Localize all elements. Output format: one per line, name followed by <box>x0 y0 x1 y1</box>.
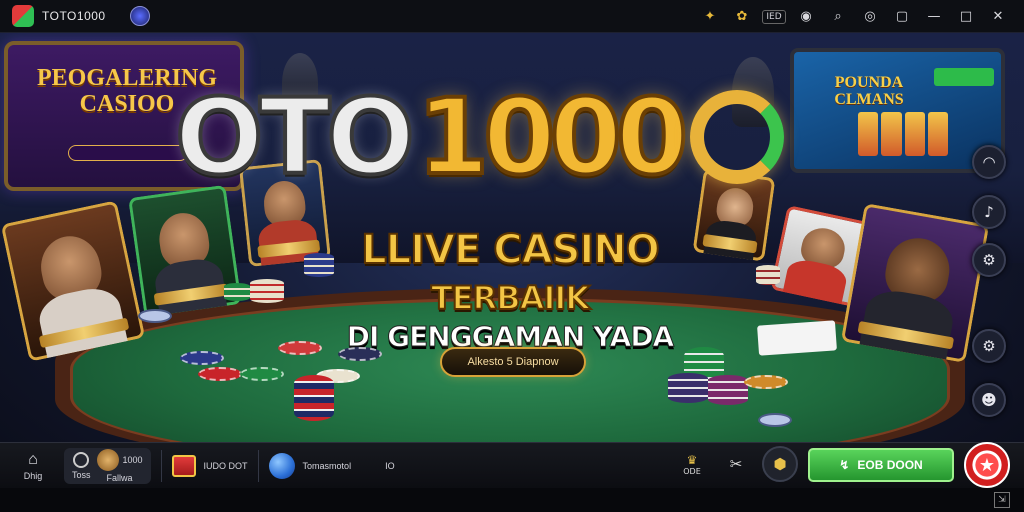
record-icon[interactable]: ◎ <box>854 0 886 33</box>
profile-label-3: Fallwa <box>106 472 133 483</box>
casino-scene: PEOGALERING CASIOO POUNDA CLMANS OTO 100… <box>0 33 1024 442</box>
coins-icon[interactable]: ✿ <box>726 0 758 33</box>
window-icon[interactable]: □ <box>950 0 982 33</box>
chip <box>240 367 284 381</box>
profile-coin: Toss <box>72 451 91 480</box>
screen-badge <box>934 68 994 86</box>
minimize-icon[interactable]: — <box>918 0 950 33</box>
chip-stack <box>224 283 250 301</box>
deposit-icon: ↯ <box>839 458 850 472</box>
chat-icon[interactable]: ◉ <box>790 0 822 33</box>
window-controls: ✦ ✿ IED ◉ ⌕ ◎ ▢ — □ ✕ <box>694 0 1014 33</box>
maximize-icon[interactable]: ▢ <box>886 0 918 33</box>
chip-stack <box>756 265 780 285</box>
globe-icon <box>268 452 295 479</box>
deposit-label: EOB DOON <box>857 458 923 472</box>
brand-logo: OTO 1000 <box>173 74 855 200</box>
chip-stack <box>708 375 748 405</box>
chip <box>278 341 322 355</box>
search-icon[interactable]: ⌕ <box>822 0 854 33</box>
gift-icon[interactable]: ✦ <box>694 0 726 33</box>
home-icon: ⌂ <box>28 450 38 468</box>
chip-stack <box>250 279 284 303</box>
chip-stack <box>304 253 334 277</box>
chip <box>338 347 382 361</box>
table-marker <box>758 413 792 427</box>
vip-button[interactable]: ♛ ODE <box>674 446 710 482</box>
profile-label-1: Toss <box>72 469 91 480</box>
settings-side-icon[interactable]: ⚙ <box>972 243 1006 277</box>
dealer-card-6[interactable] <box>840 203 990 363</box>
app-name: TOTO1000 <box>42 9 106 23</box>
promo-tab[interactable]: IUDO DOT <box>171 445 248 487</box>
avatar <box>96 448 119 471</box>
chip-stack <box>668 373 708 403</box>
coin-icon <box>73 451 90 468</box>
page-indicator: IO <box>385 445 395 487</box>
chat-side-icon[interactable]: ◠ <box>972 145 1006 179</box>
profile-label-2: 1000 <box>122 454 143 465</box>
headline-live-casino: LLIVE CASINO <box>360 226 661 274</box>
casino-logo-icon[interactable]: ★ <box>964 442 1010 488</box>
music-side-icon[interactable]: ♪ <box>972 195 1006 229</box>
title-bar: TOTO1000 ✦ ✿ IED ◉ ⌕ ◎ ▢ — □ ✕ <box>0 0 1024 33</box>
close-icon[interactable]: ✕ <box>982 0 1014 33</box>
home-button[interactable]: ⌂ Dhig <box>8 445 58 487</box>
vip-label: ODE <box>683 466 701 476</box>
table-marker <box>138 309 172 323</box>
logo-ring-icon <box>690 90 785 184</box>
wallet-icon[interactable]: ⬢ <box>762 446 798 482</box>
profile-avatar-block: 1000 Fallwa <box>96 448 143 483</box>
slot-reel <box>904 112 925 156</box>
logo-text-gold: 1000 <box>415 74 690 200</box>
crown-icon: ♛ <box>686 452 698 467</box>
tools-icon[interactable]: ✂ <box>718 446 754 482</box>
slot-reel <box>858 112 879 156</box>
gear-side-icon[interactable]: ⚙ <box>972 329 1006 363</box>
chip-stack <box>294 375 334 421</box>
divider <box>160 449 162 482</box>
profile-badge-icon[interactable] <box>129 6 150 26</box>
chip <box>744 375 788 389</box>
slot-reel <box>881 112 902 156</box>
logo-text-white: OTO <box>173 74 417 200</box>
promo-label: IUDO DOT <box>203 460 248 471</box>
language-label: Tomasmotol <box>302 460 352 471</box>
slot-reels <box>858 112 948 156</box>
left-screen-banner <box>68 145 188 161</box>
status-bar <box>0 488 1024 512</box>
slot-reel <box>927 112 948 156</box>
support-side-icon[interactable]: ☻ <box>972 383 1006 417</box>
page-label: IO <box>385 460 395 471</box>
home-label: Dhig <box>23 470 43 481</box>
id-badge[interactable]: IED <box>758 0 790 33</box>
game-window: TOTO1000 ✦ ✿ IED ◉ ⌕ ◎ ▢ — □ ✕ PEOGALERI… <box>0 0 1024 512</box>
app-logo-icon <box>12 5 34 27</box>
gift-box-icon <box>171 454 196 477</box>
resize-handle-icon[interactable]: ⇲ <box>994 492 1010 508</box>
playing-cards <box>757 320 837 356</box>
headline-terbaik: TERBAIIK <box>430 278 591 318</box>
profile-tab[interactable]: Toss 1000 Fallwa <box>64 447 151 484</box>
chip <box>198 367 242 381</box>
play-now-button[interactable]: Alkesto 5 Diapnow <box>440 347 586 377</box>
language-tab[interactable]: Tomasmotol <box>268 445 352 487</box>
divider <box>257 449 259 482</box>
deposit-button[interactable]: ↯ EOB DOON <box>808 448 954 482</box>
chip <box>180 351 224 365</box>
